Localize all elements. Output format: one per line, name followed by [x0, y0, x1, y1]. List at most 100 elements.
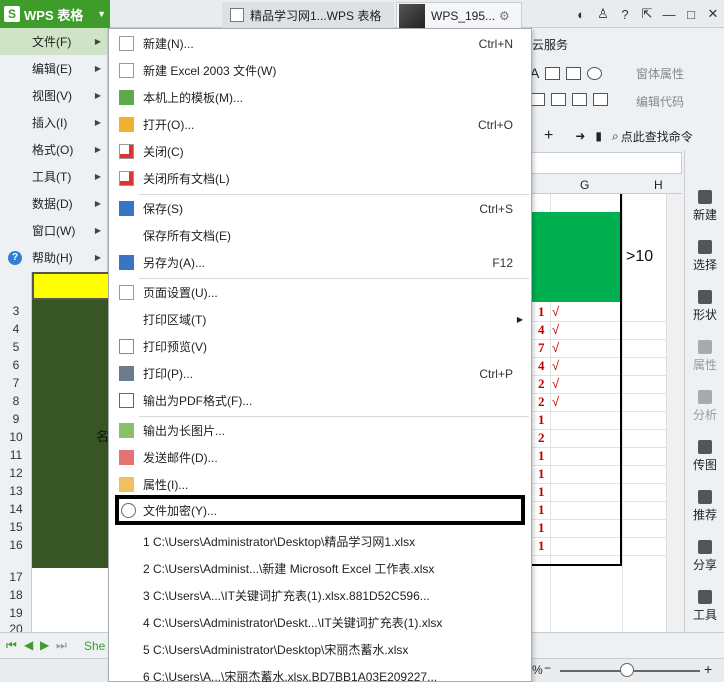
restore-icon[interactable]: ⇱: [636, 6, 658, 22]
maximize-icon[interactable]: □: [680, 7, 702, 22]
document-tab[interactable]: 精品学习网1...WPS 表格: [222, 2, 394, 28]
first-sheet-icon[interactable]: ⏮: [6, 638, 17, 653]
side-shape-button[interactable]: 形状: [685, 290, 724, 323]
vertical-scrollbar[interactable]: [666, 194, 682, 632]
menu-item-export-pdf[interactable]: 输出为PDF格式(F)...: [109, 387, 531, 414]
textbox-icon[interactable]: [545, 66, 561, 80]
row-header[interactable]: 4: [0, 322, 32, 336]
recent-file-item[interactable]: 5 C:\Users\Administrator\Desktop\宋丽杰蓄水.x…: [109, 636, 531, 663]
row-header[interactable]: 3: [0, 304, 32, 318]
add-icon[interactable]: +: [544, 127, 553, 145]
row-header[interactable]: 17: [0, 570, 32, 584]
zoom-out-icon[interactable]: −: [544, 661, 551, 675]
combobox-icon[interactable]: [551, 93, 566, 106]
row-header[interactable]: 9: [0, 412, 32, 426]
recent-file-item[interactable]: 6 C:\Users\A...\宋丽杰蓄水.xlsx.BD7BB1A03E209…: [109, 663, 531, 682]
minimize-icon[interactable]: —: [658, 7, 680, 22]
side-new-button[interactable]: 新建: [685, 190, 724, 223]
sheet-grid[interactable]: >10 1 √ 4 √ 7 √ 4 √ 2 √ 2 √ 1 2 1 1 1 1 1 1: [530, 194, 682, 632]
row-header[interactable]: 5: [0, 340, 32, 354]
row-header[interactable]: 13: [0, 484, 32, 498]
edit-code-button[interactable]: 编辑代码: [636, 93, 684, 110]
app-menu-button[interactable]: S WPS 表格 ▼: [0, 0, 110, 28]
spinner-icon[interactable]: [572, 93, 587, 106]
checkbox-icon[interactable]: [566, 66, 582, 80]
close-icon[interactable]: ✕: [702, 6, 724, 22]
row-header[interactable]: 7: [0, 376, 32, 390]
next-sheet-icon[interactable]: ▶: [40, 638, 49, 652]
menu-item-print-preview[interactable]: 打印预览(V): [109, 333, 531, 360]
row-header[interactable]: 6: [0, 358, 32, 372]
sheet-tab[interactable]: She: [84, 639, 105, 653]
recent-file-item[interactable]: 2 C:\Users\Administ...\新建 Microsoft Exce…: [109, 555, 531, 582]
row-header[interactable]: 14: [0, 502, 32, 516]
menu-format[interactable]: 格式(O) ▶: [0, 136, 107, 163]
menu-item-close-all[interactable]: 关闭所有文档(L): [109, 165, 531, 192]
find-command-label[interactable]: 点此查找命令: [621, 128, 693, 145]
bookmark-icon[interactable]: ▮: [595, 129, 602, 143]
menu-help[interactable]: ? 帮助(H) ▶: [0, 244, 107, 271]
side-recommend-button[interactable]: 推荐: [685, 490, 724, 523]
menu-data[interactable]: 数据(D) ▶: [0, 190, 107, 217]
help-icon[interactable]: ?: [614, 7, 636, 22]
settings-icon[interactable]: ⚙: [499, 9, 510, 23]
skin-icon[interactable]: ◐: [570, 7, 592, 22]
menu-edit[interactable]: 编辑(E) ▶: [0, 55, 107, 82]
menu-item-open[interactable]: 打开(O)... Ctrl+O: [109, 111, 531, 138]
row-header[interactable]: 10: [0, 430, 32, 444]
side-upload-image-button[interactable]: 传图: [685, 440, 724, 473]
side-share-button[interactable]: 分享: [685, 540, 724, 573]
row-header[interactable]: 8: [0, 394, 32, 408]
side-select-button[interactable]: 选择: [685, 240, 724, 273]
menu-item-encrypt[interactable]: 文件加密(Y)...: [115, 495, 525, 525]
radio-icon[interactable]: [587, 66, 603, 80]
zoom-slider-handle[interactable]: [620, 663, 634, 677]
menu-item-local-templates[interactable]: 本机上的模板(M)...: [109, 84, 531, 111]
menu-item-properties[interactable]: 属性(I)...: [109, 471, 531, 498]
last-sheet-icon[interactable]: ⏭: [56, 638, 67, 653]
prev-sheet-icon[interactable]: ◀: [24, 638, 33, 652]
column-header-g[interactable]: G: [580, 178, 589, 192]
search-icon[interactable]: ⌕: [612, 129, 619, 144]
tab-cloud-service[interactable]: 云服务: [532, 36, 568, 53]
menu-item-print[interactable]: 打印(P)... Ctrl+P: [109, 360, 531, 387]
menu-item-save-as[interactable]: 另存为(A)... F12: [109, 249, 531, 276]
menu-item-send-mail[interactable]: 发送邮件(D)...: [109, 444, 531, 471]
cell-yellow-header[interactable]: [32, 272, 110, 300]
menu-item-export-long-image[interactable]: 输出为长图片...: [109, 417, 531, 444]
recent-file-item[interactable]: 3 C:\Users\A...\IT关键词扩充表(1).xlsx.881D52C…: [109, 582, 531, 609]
menu-item-save[interactable]: 保存(S) Ctrl+S: [109, 195, 531, 222]
menu-insert[interactable]: 插入(I) ▶: [0, 109, 107, 136]
row-header[interactable]: 18: [0, 588, 32, 602]
shirt-icon[interactable]: ♙: [592, 6, 614, 22]
menu-window[interactable]: 窗口(W) ▶: [0, 217, 107, 244]
menu-item-new[interactable]: 新建(N)... Ctrl+N: [109, 30, 531, 57]
row-header[interactable]: 16: [0, 538, 32, 552]
menu-file[interactable]: 文件(F) ▶: [0, 28, 107, 55]
account-tab[interactable]: WPS_195... ⚙: [396, 2, 522, 28]
formula-bar[interactable]: [530, 152, 682, 174]
side-tools-button[interactable]: 工具: [685, 590, 724, 623]
cell-grid[interactable]: [32, 568, 110, 632]
menu-item-print-area[interactable]: 打印区域(T) ▶: [109, 306, 531, 333]
arrow-icon[interactable]: ➜: [575, 129, 585, 143]
recent-file-item[interactable]: 4 C:\Users\Administrator\Deskt...\IT关键词扩…: [109, 609, 531, 636]
menu-item-save-all[interactable]: 保存所有文档(E): [109, 222, 531, 249]
row-header[interactable]: 11: [0, 448, 32, 462]
row-header[interactable]: 15: [0, 520, 32, 534]
zoom-in-icon[interactable]: +: [704, 661, 712, 677]
window-properties-button[interactable]: 窗体属性: [636, 65, 684, 82]
menu-item-close[interactable]: 关闭(C): [109, 138, 531, 165]
scrollbar-icon[interactable]: [593, 93, 608, 106]
row-header[interactable]: 12: [0, 466, 32, 480]
listbox-icon[interactable]: [530, 93, 545, 106]
recent-file-item[interactable]: 1 C:\Users\Administrator\Desktop\精品学习网1.…: [109, 528, 531, 555]
column-header-h[interactable]: H: [654, 178, 663, 192]
menu-item-new-excel2003[interactable]: 新建 Excel 2003 文件(W): [109, 57, 531, 84]
menu-tools[interactable]: 工具(T) ▶: [0, 163, 107, 190]
menu-item-page-setup[interactable]: 页面设置(U)...: [109, 279, 531, 306]
row-header[interactable]: 19: [0, 606, 32, 620]
side-analysis-button[interactable]: 分析: [685, 390, 724, 423]
side-properties-button[interactable]: 属性: [685, 340, 724, 373]
menu-view[interactable]: 视图(V) ▶: [0, 82, 107, 109]
